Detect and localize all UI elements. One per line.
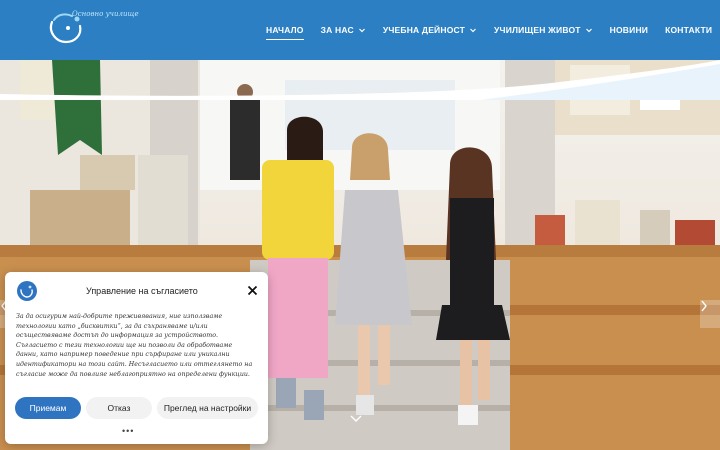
slider-next-button[interactable] xyxy=(700,300,720,328)
nav-item-news[interactable]: НОВИНИ xyxy=(610,25,648,35)
close-icon[interactable] xyxy=(247,285,258,296)
chevron-down-icon xyxy=(585,28,592,33)
more-options-icon[interactable]: ••• xyxy=(122,426,134,436)
nav-item-label: НОВИНИ xyxy=(609,25,649,35)
nav-item-home[interactable]: НАЧАЛО xyxy=(266,25,304,40)
hero-bottom-wave xyxy=(0,60,720,100)
nav-item-label: УЧЕБНА ДЕЙНОСТ xyxy=(382,25,466,35)
nav-item-label: ЗА НАС xyxy=(320,25,354,35)
nav-item-label: НАЧАЛО xyxy=(266,25,304,35)
logo-text: Основно училище xyxy=(72,10,139,18)
site-header: Основно училище НАЧАЛО ЗА НАС УЧЕБНА ДЕЙ… xyxy=(0,0,720,60)
consent-logo-icon xyxy=(17,281,37,301)
scroll-down-icon[interactable] xyxy=(350,414,362,424)
consent-title: Управление на съгласието xyxy=(86,286,198,296)
chevron-down-icon xyxy=(358,28,365,33)
chevron-right-icon xyxy=(701,300,707,312)
nav-item-contacts[interactable]: КОНТАКТИ xyxy=(665,25,712,35)
reject-button[interactable]: Отказ xyxy=(86,397,152,419)
nav-item-about[interactable]: ЗА НАС xyxy=(321,25,366,35)
nav-item-school-life[interactable]: УЧИЛИЩЕН ЖИВОТ xyxy=(494,25,593,35)
consent-description: За да осигурим най-добрите преживявания,… xyxy=(16,313,253,378)
nav-item-label: КОНТАКТИ xyxy=(665,25,713,35)
nav-item-label: УЧИЛИЩЕН ЖИВОТ xyxy=(494,25,581,35)
chevron-down-icon xyxy=(470,28,476,33)
view-preferences-button[interactable]: Преглед на настройки xyxy=(157,397,258,419)
school-logo[interactable]: Основно училище xyxy=(44,8,139,52)
accept-button[interactable]: Приемам xyxy=(15,397,81,419)
main-nav: НАЧАЛО ЗА НАС УЧЕБНА ДЕЙНОСТ УЧИЛИЩЕН ЖИ… xyxy=(266,0,720,60)
nav-item-education[interactable]: УЧЕБНА ДЕЙНОСТ xyxy=(383,25,477,35)
